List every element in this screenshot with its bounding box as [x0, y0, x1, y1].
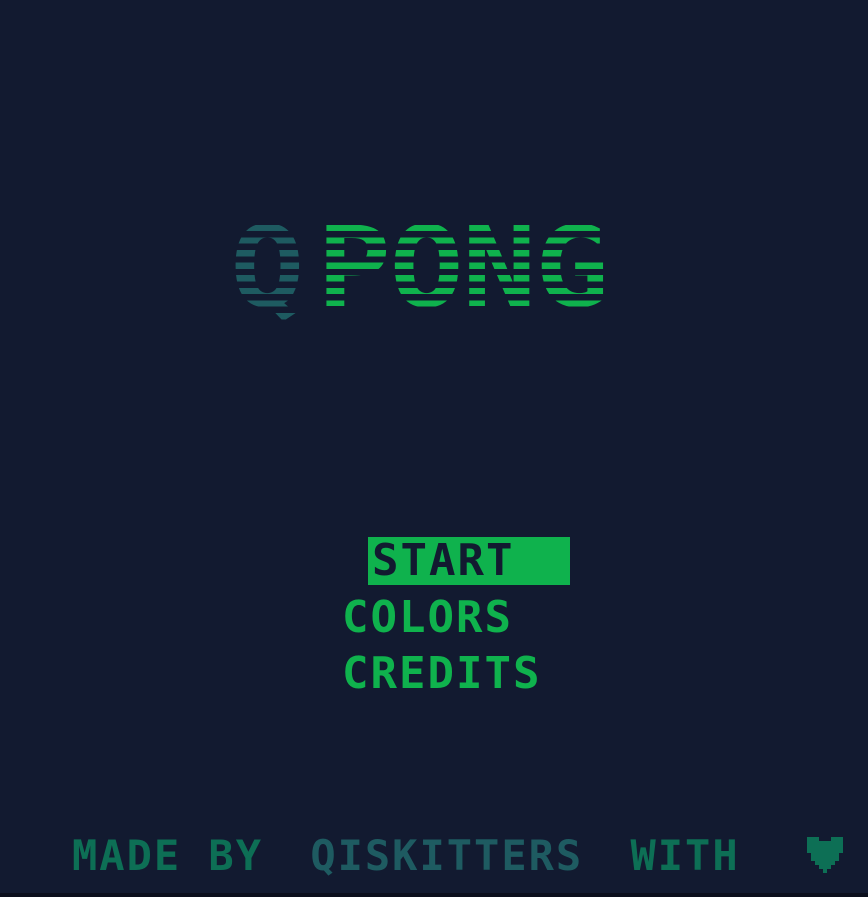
game-title: Q PONG: [230, 206, 650, 330]
menu-item-credits[interactable]: CREDITS: [338, 650, 541, 698]
footer-with: WITH: [630, 831, 740, 880]
title-pong: PONG: [316, 203, 610, 333]
footer-made-by: MADE BY: [72, 831, 264, 880]
menu-item-colors[interactable]: COLORS: [338, 594, 513, 642]
footer-team: QISKITTERS: [310, 831, 584, 880]
heart-icon: [806, 835, 843, 883]
game-screen: Q PONG START COLORS CREDITS MADE BY QISK…: [0, 0, 868, 893]
menu-item-start[interactable]: START: [368, 537, 570, 585]
main-menu: START COLORS CREDITS: [338, 536, 598, 698]
title-q: Q: [230, 203, 305, 333]
footer-credit: MADE BY QISKITTERS WITH: [72, 831, 843, 880]
bottom-border: [0, 893, 868, 897]
